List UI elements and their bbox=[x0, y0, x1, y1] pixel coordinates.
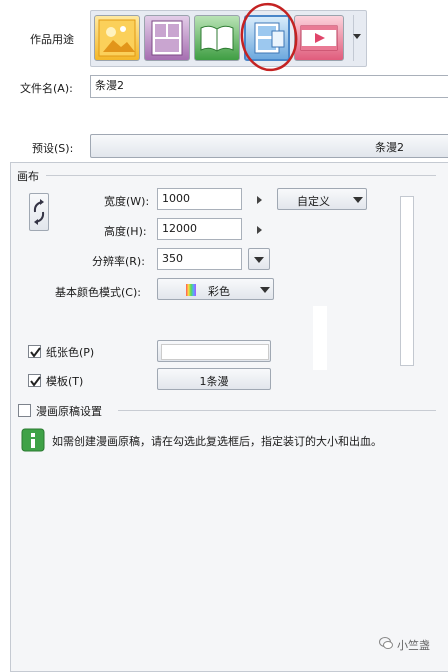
width-label: 宽度(W): bbox=[104, 195, 150, 208]
wechat-icon bbox=[379, 637, 393, 649]
illustration-icon[interactable] bbox=[94, 15, 140, 61]
color-mode-label: 基本颜色模式(C): bbox=[55, 286, 141, 299]
comic-page-icon[interactable] bbox=[144, 15, 190, 61]
color-mode-select[interactable]: 彩色 bbox=[157, 278, 274, 300]
template-value: 1条漫 bbox=[199, 375, 229, 388]
paper-color-swatch bbox=[161, 344, 269, 360]
resolution-dropdown-icon bbox=[254, 257, 264, 263]
resolution-label: 分辨率(R): bbox=[92, 255, 145, 268]
divider bbox=[46, 175, 436, 176]
width-input[interactable]: 1000 bbox=[157, 188, 242, 210]
paper-color-button[interactable] bbox=[157, 340, 271, 362]
paper-color-checkbox[interactable] bbox=[28, 345, 41, 358]
color-mode-icon bbox=[186, 284, 196, 296]
canvas-section-label: 画布 bbox=[17, 170, 39, 183]
rotate-button[interactable] bbox=[29, 193, 49, 231]
unit-select[interactable]: 自定义 bbox=[277, 188, 367, 210]
manuscript-label: 漫画原稿设置 bbox=[36, 405, 102, 418]
paper-color-label: 纸张色(P) bbox=[46, 346, 95, 359]
annotation-circle bbox=[240, 2, 298, 72]
preset-value: 条漫2 bbox=[375, 141, 404, 154]
book-icon[interactable] bbox=[194, 15, 240, 61]
manuscript-checkbox[interactable] bbox=[18, 404, 31, 417]
resolution-dropdown[interactable] bbox=[248, 248, 270, 270]
filename-label: 文件名(A): bbox=[20, 82, 73, 95]
watermark-text: 小竺盏 bbox=[397, 639, 430, 652]
width-arrow-icon[interactable] bbox=[257, 196, 262, 204]
divider bbox=[118, 410, 436, 411]
template-button[interactable]: 1条漫 bbox=[157, 368, 271, 390]
preset-label: 预设(S): bbox=[32, 142, 74, 155]
resolution-input[interactable]: 350 bbox=[157, 248, 242, 270]
color-mode-dropdown-icon bbox=[260, 287, 270, 293]
height-input[interactable]: 12000 bbox=[157, 218, 242, 240]
usage-label: 作品用途 bbox=[30, 33, 74, 46]
manuscript-info-text: 如需创建漫画原稿，请在勾选此复选框后，指定装订的大小和出血。 bbox=[52, 435, 382, 448]
template-label: 模板(T) bbox=[46, 375, 84, 388]
template-checkbox[interactable] bbox=[28, 374, 41, 387]
rotate-icon bbox=[33, 199, 45, 225]
usage-dropdown-icon[interactable] bbox=[353, 34, 361, 39]
preset-select[interactable]: 条漫2 bbox=[90, 134, 448, 158]
height-label: 高度(H): bbox=[104, 225, 147, 238]
unit-dropdown-icon bbox=[353, 197, 363, 203]
unit-value: 自定义 bbox=[297, 195, 330, 208]
preview-highlight bbox=[313, 306, 327, 370]
filename-input[interactable]: 条漫2 bbox=[90, 75, 448, 98]
info-icon bbox=[21, 428, 45, 452]
usage-selector bbox=[90, 10, 367, 67]
color-mode-value: 彩色 bbox=[208, 285, 230, 298]
canvas-preview bbox=[400, 196, 414, 366]
height-arrow-icon[interactable] bbox=[257, 226, 262, 234]
